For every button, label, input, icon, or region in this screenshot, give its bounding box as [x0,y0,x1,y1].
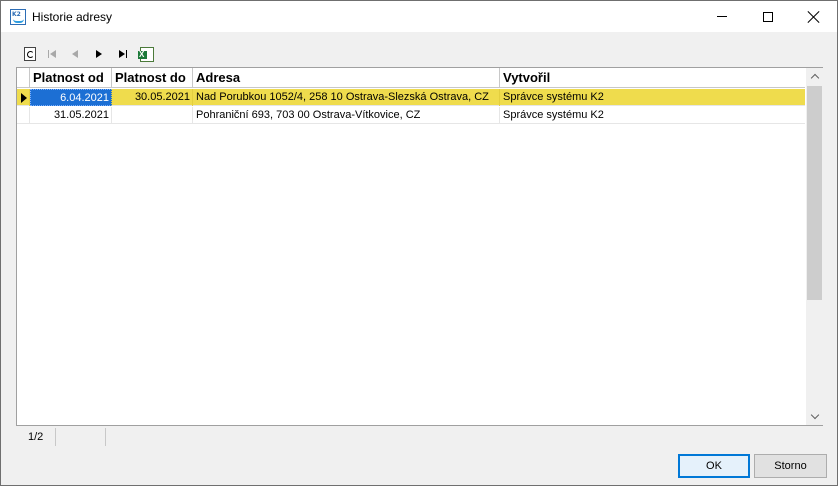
table-row-selected[interactable]: 6.04.2021 30.05.2021 Nad Porubkou 1052/4… [17,89,805,106]
close-button[interactable] [791,1,837,32]
cancel-button[interactable]: Storno [754,454,827,478]
dialog-window: K2 Historie adresy X Platnost od Platnos… [0,0,838,486]
cell-platnost-do[interactable] [112,107,193,124]
record-counter: 1/2 [16,428,56,446]
scroll-down-button[interactable] [806,408,823,425]
grid-header: Platnost od Platnost do Adresa Vytvořil [17,68,805,88]
chevron-down-icon [810,410,819,420]
column-header-platnost-od[interactable]: Platnost od [30,68,112,88]
cell-platnost-od[interactable]: 6.04.2021 [30,89,112,106]
excel-export-button[interactable]: X [138,45,156,63]
close-icon [808,11,820,23]
cell-vytvoril[interactable]: Správce systému K2 [500,89,805,106]
excel-export-icon: X [138,46,154,62]
cell-platnost-od[interactable]: 31.05.2021 [30,107,112,124]
column-header-adresa[interactable]: Adresa [193,68,500,88]
row-indicator-header [17,68,30,88]
cell-adresa[interactable]: Nad Porubkou 1052/4, 258 10 Ostrava-Slez… [193,89,500,106]
maximize-icon [763,11,773,22]
window-title: Historie adresy [32,10,113,24]
last-record-button[interactable] [114,45,132,63]
minimize-icon [717,16,727,17]
scroll-up-button[interactable] [806,68,823,85]
current-row-arrow-icon [21,93,27,103]
previous-record-icon [72,50,78,58]
column-header-vytvoril[interactable]: Vytvořil [500,68,805,88]
row-indicator [17,89,30,106]
cell-vytvoril[interactable]: Správce systému K2 [500,107,805,124]
minimize-button[interactable] [699,1,745,32]
row-indicator [17,107,30,124]
first-record-icon [48,50,56,58]
maximize-button[interactable] [745,1,791,32]
column-header-platnost-do[interactable]: Platnost do [112,68,193,88]
chevron-up-icon [810,73,819,83]
address-history-grid[interactable]: Platnost od Platnost do Adresa Vytvořil … [16,67,823,426]
refresh-icon [24,47,36,61]
cell-adresa[interactable]: Pohraniční 693, 703 00 Ostrava-Vítkovice… [193,107,500,124]
vertical-scrollbar[interactable] [806,68,823,425]
first-record-button[interactable] [43,45,61,63]
next-record-icon [96,50,102,58]
status-bar: 1/2 [16,428,823,446]
cell-platnost-do[interactable]: 30.05.2021 [112,89,193,106]
next-record-button[interactable] [90,45,108,63]
previous-record-button[interactable] [66,45,84,63]
table-row[interactable]: 31.05.2021 Pohraniční 693, 703 00 Ostrav… [17,107,805,124]
refresh-button[interactable] [21,45,39,63]
scroll-thumb[interactable] [807,86,822,300]
toolbar: X [17,45,217,63]
k2-app-icon: K2 [10,9,26,25]
last-record-icon [119,50,127,58]
title-bar[interactable]: K2 Historie adresy [1,1,837,32]
ok-button[interactable]: OK [678,454,750,478]
status-panel [56,428,106,446]
